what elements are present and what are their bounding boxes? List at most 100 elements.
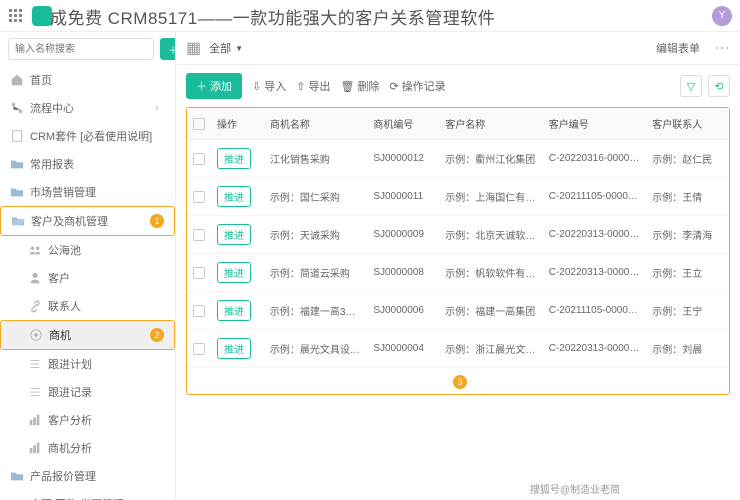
sidebar-item-0[interactable]: 首页 — [0, 66, 175, 94]
import-button[interactable]: ⇩导入 — [252, 78, 286, 94]
chevron-right-icon: › — [155, 102, 165, 114]
add-button[interactable]: ＋ 添加 — [186, 73, 242, 99]
cell-customer: 示例：北京天诚软件... — [439, 216, 542, 254]
cell-name: 示例：福建一高3月订单 — [264, 292, 367, 330]
sidebar-item-11[interactable]: 跟进记录 — [0, 378, 175, 406]
flow-icon — [10, 101, 24, 115]
new-button[interactable]: ＋ 新建 — [160, 38, 176, 60]
column-header-4[interactable]: 客户编号 — [543, 108, 646, 140]
chart-icon — [28, 441, 42, 455]
list-icon — [28, 385, 42, 399]
column-header-1[interactable]: 商机名称 — [264, 108, 367, 140]
sidebar-item-3[interactable]: 常用报表 — [0, 150, 175, 178]
list-icon — [28, 357, 42, 371]
promote-button[interactable]: 推进 — [217, 300, 251, 321]
link-icon — [28, 299, 42, 313]
group-icon — [28, 243, 42, 257]
user-icon — [28, 271, 42, 285]
sidebar-item-2[interactable]: CRM套件 [必看使用说明] — [0, 122, 175, 150]
cell-customer-code: C-20211105-0000001 — [543, 178, 646, 216]
table-row[interactable]: 推进 示例：天诚采购 SJ0000009 示例：北京天诚软件... C-2022… — [187, 216, 729, 254]
doc-icon — [10, 129, 24, 143]
cell-name: 示例：简道云采购 — [264, 254, 367, 292]
folder-open-icon — [11, 214, 25, 228]
delete-button[interactable]: 🗑删除 — [341, 78, 380, 94]
promote-button[interactable]: 推进 — [217, 148, 251, 169]
row-checkbox[interactable] — [193, 305, 205, 317]
sidebar-item-1[interactable]: 流程中心 › — [0, 94, 175, 122]
edit-form-button[interactable]: 编辑表单 — [656, 40, 700, 56]
column-header-5[interactable]: 客户联系人 — [646, 108, 729, 140]
filter-button[interactable]: ▽ — [680, 75, 702, 97]
export-button[interactable]: ⇧导出 — [296, 78, 330, 94]
sidebar: ＋ 新建 ⋯ 首页 流程中心 › CRM套件 [必看使用说明] 常用报表 市场营… — [0, 32, 176, 500]
target-icon — [29, 328, 43, 342]
cell-customer: 示例：帆软软件有限公司 — [439, 254, 542, 292]
sidebar-item-label: 市场营销管理 — [30, 184, 165, 200]
sidebar-item-label: 首页 — [30, 72, 165, 88]
refresh-button[interactable]: ⟲ — [708, 75, 730, 97]
row-checkbox[interactable] — [193, 229, 205, 241]
table-row[interactable]: 推进 江化销售采购 SJ0000012 示例：衢州江化集团 C-20220316… — [187, 140, 729, 178]
table-row[interactable]: 推进 示例：福建一高3月订单 SJ0000006 示例：福建一高集团 C-202… — [187, 292, 729, 330]
cell-customer: 示例：上海国仁有限... — [439, 178, 542, 216]
cell-customer: 示例：浙江晨光文具... — [439, 330, 542, 368]
filter-icon: ▽ — [687, 80, 695, 93]
sidebar-item-label: 跟进记录 — [48, 384, 165, 400]
cell-customer-code: C-20220313-0000003 — [543, 254, 646, 292]
search-input[interactable] — [8, 38, 154, 60]
promote-button[interactable]: 推进 — [217, 224, 251, 245]
cell-contact: 示例：王宁 — [646, 292, 729, 330]
cell-code: SJ0000008 — [367, 254, 439, 292]
sidebar-item-4[interactable]: 市场营销管理 — [0, 178, 175, 206]
ops-log-button[interactable]: ⟳操作记录 — [389, 78, 445, 94]
sidebar-item-14[interactable]: 产品报价管理 — [0, 462, 175, 490]
sidebar-item-13[interactable]: 商机分析 — [0, 434, 175, 462]
grid-icon: ▦ — [186, 38, 201, 58]
annotation-badge: 1 — [150, 214, 164, 228]
topbar: Y — [0, 0, 740, 32]
row-checkbox[interactable] — [193, 343, 205, 355]
cell-customer-code: C-20220313-0000002 — [543, 216, 646, 254]
column-header-2[interactable]: 商机编号 — [367, 108, 439, 140]
sidebar-item-15[interactable]: 合同/回款/发票管理 — [0, 490, 175, 500]
select-all-checkbox[interactable] — [193, 118, 205, 130]
sidebar-item-6[interactable]: 公海池 — [0, 236, 175, 264]
promote-button[interactable]: 推进 — [217, 186, 251, 207]
chart-icon — [28, 413, 42, 427]
folder-icon — [10, 157, 24, 171]
clock-icon: ⟳ — [389, 80, 398, 93]
row-checkbox[interactable] — [193, 153, 205, 165]
promote-button[interactable]: 推进 — [217, 262, 251, 283]
sidebar-item-7[interactable]: 客户 — [0, 264, 175, 292]
app-logo-icon[interactable] — [32, 6, 52, 26]
row-checkbox[interactable] — [193, 267, 205, 279]
sidebar-item-8[interactable]: 联系人 — [0, 292, 175, 320]
column-header-0[interactable]: 操作 — [211, 108, 264, 140]
sidebar-item-10[interactable]: 跟进计划 — [0, 350, 175, 378]
main-content: ▦ 全部 ▼ 编辑表单 ⋯ ＋ 添加 ⇩导入 ⇧导出 🗑删除 ⟳操作记录 ▽ ⟲… — [176, 32, 740, 500]
apps-grid-icon[interactable] — [8, 8, 24, 24]
user-avatar[interactable]: Y — [712, 6, 732, 26]
sidebar-item-9[interactable]: 商机 2 — [0, 320, 175, 350]
cell-contact: 示例：王倩 — [646, 178, 729, 216]
table-row[interactable]: 推进 示例：简道云采购 SJ0000008 示例：帆软软件有限公司 C-2022… — [187, 254, 729, 292]
download-icon: ⇩ — [252, 80, 261, 93]
table-row[interactable]: 推进 示例：国仁采购 SJ0000011 示例：上海国仁有限... C-2021… — [187, 178, 729, 216]
sidebar-item-label: 公海池 — [48, 242, 165, 258]
cell-customer-code: C-20220313-0000004 — [543, 330, 646, 368]
sidebar-item-5[interactable]: 客户及商机管理 1 — [0, 206, 175, 236]
sidebar-item-label: 跟进计划 — [48, 356, 165, 372]
column-header-3[interactable]: 客户名称 — [439, 108, 542, 140]
table-row[interactable]: 推进 示例：晨光文具设备... SJ0000004 示例：浙江晨光文具... C… — [187, 330, 729, 368]
cell-customer: 示例：福建一高集团 — [439, 292, 542, 330]
promote-button[interactable]: 推进 — [217, 338, 251, 359]
cell-code: SJ0000006 — [367, 292, 439, 330]
folder-icon — [10, 469, 24, 483]
sidebar-item-12[interactable]: 客户分析 — [0, 406, 175, 434]
row-checkbox[interactable] — [193, 191, 205, 203]
cell-contact: 示例：赵仁民 — [646, 140, 729, 178]
more-icon[interactable]: ⋯ — [714, 38, 730, 58]
view-dropdown[interactable]: 全部 ▼ — [209, 40, 243, 56]
sidebar-item-label: 流程中心 — [30, 100, 155, 116]
